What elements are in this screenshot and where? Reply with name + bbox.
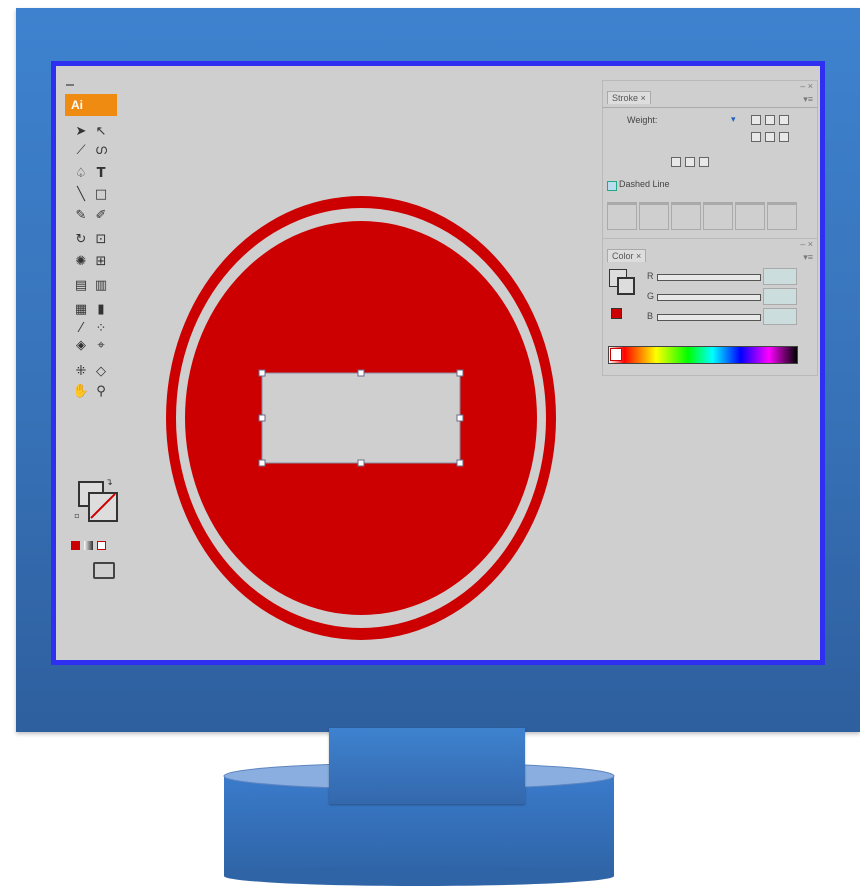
color-panel-tab[interactable]: Color × — [607, 249, 647, 262]
join-round-button[interactable] — [765, 132, 775, 142]
hand-tool-icon[interactable]: ✋ — [72, 384, 90, 400]
channel-b-slider[interactable] — [657, 314, 761, 321]
monitor-frame: Ai ➤ ↖ ⟋ ഗ ♤ T ╲ □ ✎ ✐ ↻ ⊡ ✺ ⊞ ▤ ▥ ▦ ▮ ⁄… — [16, 8, 860, 732]
swap-fill-stroke-icon[interactable]: ↴ — [100, 475, 118, 491]
line-segment-tool-icon[interactable]: ╲ — [72, 187, 90, 203]
monitor-neck — [329, 728, 525, 804]
slice-tool-icon[interactable]: ⁜ — [72, 364, 90, 380]
weight-dropdown-icon[interactable]: ▾ — [731, 114, 736, 125]
channel-b-value[interactable] — [763, 308, 797, 325]
channel-b-label: B — [647, 311, 654, 321]
color-panel-menu-icon[interactable]: ▾≡ — [803, 252, 813, 263]
dashed-line-label: Dashed Line — [619, 179, 670, 189]
dash-field-2[interactable] — [671, 202, 701, 230]
channel-g-slider[interactable] — [657, 294, 761, 301]
join-bevel-button[interactable] — [779, 132, 789, 142]
align-outside-button[interactable] — [699, 157, 709, 167]
color-panel-collapse-icon[interactable]: – × — [800, 239, 813, 249]
panel-divider — [603, 107, 817, 108]
type-tool-icon[interactable]: T — [92, 166, 110, 182]
warp-tool-icon[interactable]: ✺ — [72, 254, 90, 270]
color-tab-label: Color — [612, 251, 634, 261]
dash-field-1[interactable] — [607, 202, 637, 230]
monitor-screen: Ai ➤ ↖ ⟋ ഗ ♤ T ╲ □ ✎ ✐ ↻ ⊡ ✺ ⊞ ▤ ▥ ▦ ▮ ⁄… — [51, 61, 825, 665]
cap-square-button[interactable] — [779, 115, 789, 125]
panel-grip[interactable] — [66, 84, 74, 86]
selection-tool-icon[interactable]: ➤ — [72, 124, 90, 140]
dashed-line-checkbox[interactable] — [607, 181, 617, 191]
pen-tool-icon[interactable]: ♤ — [72, 166, 90, 182]
selected-rectangle[interactable] — [261, 372, 461, 464]
channel-g-label: G — [647, 291, 655, 301]
stroke-panel-tab[interactable]: Stroke × — [607, 91, 651, 104]
magic-wand-tool-icon[interactable]: ⟋ — [72, 143, 90, 159]
channel-r-label: R — [647, 271, 654, 281]
channel-r-slider[interactable] — [657, 274, 761, 281]
panel-menu-icon[interactable]: ▾≡ — [803, 94, 813, 105]
panel-collapse-icon[interactable]: – × — [800, 81, 813, 91]
color-mode-button[interactable] — [71, 541, 80, 550]
align-center-button[interactable] — [671, 157, 681, 167]
cap-butt-button[interactable] — [751, 115, 761, 125]
color-spectrum-bar[interactable] — [608, 346, 798, 364]
default-colors-icon[interactable]: ▫ — [68, 508, 86, 524]
live-paint-bucket-tool-icon[interactable]: ◈ — [72, 338, 90, 354]
rotate-tool-icon[interactable]: ↻ — [72, 232, 90, 248]
gap-field-3[interactable] — [767, 202, 797, 230]
join-miter-button[interactable] — [751, 132, 761, 142]
stroke-panel: – × Stroke × ▾≡ Weight: ▾ Dashed Line — [602, 80, 818, 248]
eraser-tool-icon[interactable]: ◇ — [92, 364, 110, 380]
none-color-swatch[interactable] — [610, 348, 622, 361]
channel-r-value[interactable] — [763, 268, 797, 285]
align-inside-button[interactable] — [685, 157, 695, 167]
zoom-tool-icon[interactable]: ⚲ — [92, 384, 110, 400]
blend-tool-icon[interactable]: ⁘ — [92, 321, 110, 337]
illustrator-logo: Ai — [65, 94, 117, 116]
gradient-tool-icon[interactable]: ▮ — [92, 302, 110, 318]
cap-round-button[interactable] — [765, 115, 775, 125]
dash-field-3[interactable] — [735, 202, 765, 230]
color-stroke-box[interactable] — [617, 277, 635, 295]
eyedropper-tool-icon[interactable]: ⁄ — [72, 321, 90, 337]
none-mode-button[interactable] — [97, 541, 106, 550]
paintbrush-tool-icon[interactable]: ✎ — [72, 208, 90, 224]
screen-mode-button[interactable] — [93, 562, 115, 579]
weight-label: Weight: — [627, 115, 658, 125]
gap-field-2[interactable] — [703, 202, 733, 230]
symbol-sprayer-tool-icon[interactable]: ▤ — [72, 278, 90, 294]
gap-field-1[interactable] — [639, 202, 669, 230]
mesh-tool-icon[interactable]: ▦ — [72, 302, 90, 318]
channel-g-value[interactable] — [763, 288, 797, 305]
gradient-mode-button[interactable] — [84, 541, 93, 550]
free-transform-tool-icon[interactable]: ⊞ — [92, 254, 110, 270]
tools-panel: Ai ➤ ↖ ⟋ ഗ ♤ T ╲ □ ✎ ✐ ↻ ⊡ ✺ ⊞ ▤ ▥ ▦ ▮ ⁄… — [64, 84, 122, 579]
rectangle-tool-icon[interactable]: □ — [92, 187, 110, 203]
scale-tool-icon[interactable]: ⊡ — [92, 232, 110, 248]
stroke-tab-label: Stroke — [612, 93, 639, 103]
lasso-tool-icon[interactable]: ഗ — [92, 143, 110, 159]
direct-selection-tool-icon[interactable]: ↖ — [92, 124, 110, 140]
out-of-gamut-swatch[interactable] — [611, 308, 622, 319]
stroke-swatch[interactable] — [88, 492, 118, 522]
column-graph-tool-icon[interactable]: ▥ — [92, 278, 110, 294]
live-paint-selection-tool-icon[interactable]: ⌖ — [92, 338, 110, 354]
pencil-tool-icon[interactable]: ✐ — [92, 208, 110, 224]
